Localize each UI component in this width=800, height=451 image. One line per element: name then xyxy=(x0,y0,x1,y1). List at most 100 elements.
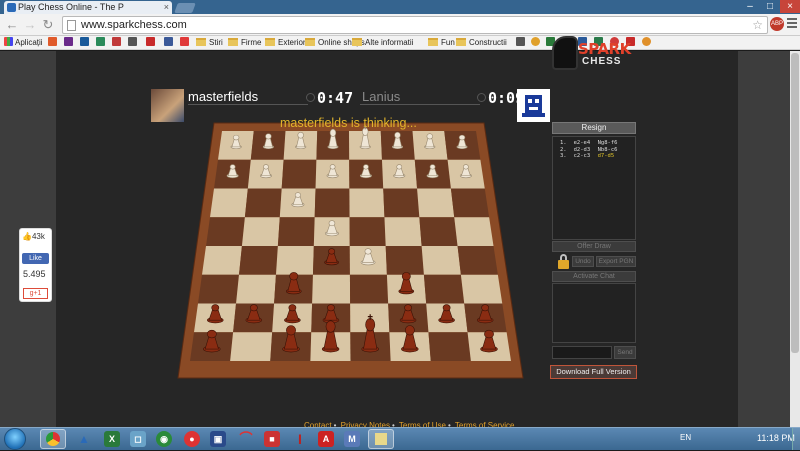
social-share-widget: 👍43k Like 5.495 g+1 xyxy=(19,228,52,302)
undo-button[interactable]: Undo xyxy=(572,256,594,267)
back-icon[interactable]: ← xyxy=(4,17,20,33)
export-pgn-button[interactable]: Export PGN xyxy=(596,256,636,267)
app-taskbar-icon[interactable]: ◉ xyxy=(156,431,172,447)
board-square xyxy=(349,188,385,218)
web-page: 👍43k Like 5.495 g+1 xyxy=(0,51,800,427)
board-square xyxy=(281,159,317,189)
site-icon xyxy=(642,37,651,46)
bookmark-firme[interactable]: Firme xyxy=(228,37,261,49)
logo-text-chess: CHESS xyxy=(582,56,622,67)
bookmark-constructii[interactable]: Constructii xyxy=(456,37,507,49)
forward-icon[interactable]: → xyxy=(22,17,38,33)
bookmark-icon-11[interactable] xyxy=(531,37,542,49)
bookmark-icon-9[interactable] xyxy=(180,37,191,49)
bookmark-icon-2[interactable] xyxy=(64,37,75,49)
bookmark-icon-18[interactable] xyxy=(642,37,653,49)
show-desktop-button[interactable] xyxy=(792,428,800,450)
folder-icon xyxy=(428,38,438,46)
chat-log xyxy=(552,283,636,343)
bookmark-star-icon[interactable]: ☆ xyxy=(752,17,763,33)
maximize-icon[interactable]: □ xyxy=(760,0,780,13)
folder-icon xyxy=(196,38,206,46)
bookmark-icon-4[interactable] xyxy=(96,37,107,49)
tab-strip: Play Chess Online - The P × – □ × xyxy=(0,0,800,14)
app-taskbar-icon[interactable]: ◻ xyxy=(130,431,146,447)
activate-chat-button[interactable]: Activate Chat xyxy=(552,271,636,282)
new-tab-button[interactable] xyxy=(174,3,196,13)
app-taskbar-icon[interactable]: ■ xyxy=(264,431,280,447)
board-square xyxy=(236,274,276,304)
bookmark-icon-7[interactable] xyxy=(146,37,157,49)
bookmark-icon-6[interactable] xyxy=(128,37,139,49)
browser-tab[interactable]: Play Chess Online - The P × xyxy=(4,1,172,14)
adblock-icon[interactable]: ABP xyxy=(770,17,784,31)
resign-button[interactable]: Resign xyxy=(552,122,636,134)
close-window-icon[interactable]: × xyxy=(780,0,800,13)
board-square xyxy=(421,246,461,275)
bookmark-exterior[interactable]: Exterior xyxy=(265,37,306,49)
board-square xyxy=(275,246,314,275)
bookmark-fun[interactable]: Fun xyxy=(428,37,455,49)
scrollbar-thumb[interactable] xyxy=(791,53,799,353)
app-taskbar-icon[interactable] xyxy=(368,429,394,449)
app-taskbar-icon[interactable]: ⌒ xyxy=(238,431,254,447)
share-count: 5.495 xyxy=(23,269,46,279)
excel-taskbar-icon[interactable]: X xyxy=(104,431,120,447)
app-taskbar-icon[interactable]: ● xyxy=(184,431,200,447)
bookmark-icon-10[interactable] xyxy=(516,37,527,49)
chrome-menu-icon[interactable] xyxy=(787,18,797,30)
windows-taskbar: ▲ X ◻ ◉ ● ▣ ⌒ ■ I A M EN 11:18 PM xyxy=(0,427,800,450)
sparkchess-favicon-icon xyxy=(7,3,16,12)
chat-input[interactable] xyxy=(552,346,612,359)
board-square xyxy=(244,188,282,218)
send-button[interactable]: Send xyxy=(614,346,636,359)
browser-toolbar: ← → ↻ www.sparkchess.com ☆ xyxy=(0,14,800,36)
offer-draw-button[interactable]: Offer Draw xyxy=(552,241,636,252)
site-icon xyxy=(516,37,525,46)
player-avatar-masterfields xyxy=(151,89,184,122)
board-square xyxy=(383,188,420,218)
bookmark-icon-3[interactable] xyxy=(80,37,91,49)
pdf-taskbar-icon[interactable]: A xyxy=(318,431,334,447)
board-square xyxy=(349,274,389,304)
bookmark-icon-8[interactable] xyxy=(164,37,175,49)
facebook-like-button[interactable]: Like xyxy=(22,253,49,264)
clock-icon xyxy=(477,93,486,102)
system-clock[interactable]: 11:18 PM xyxy=(757,433,795,443)
minimize-icon[interactable]: – xyxy=(740,0,760,13)
close-tab-icon[interactable]: × xyxy=(164,1,169,14)
app-taskbar-icon[interactable]: ▣ xyxy=(210,431,226,447)
download-full-version-button[interactable]: Download Full Version xyxy=(550,365,637,379)
apps-icon xyxy=(4,37,13,46)
address-bar[interactable]: www.sparkchess.com ☆ xyxy=(62,16,768,34)
board-square xyxy=(460,274,503,304)
move-list: 1. e2-e4 Ng8-f6 2. d2-d3 Nb8-c6 3. c2-c3 d7-d5 xyxy=(552,136,636,240)
player-avatar-lanius xyxy=(517,89,550,122)
start-button-icon[interactable] xyxy=(4,428,26,450)
bookmark-apps[interactable]: Aplicații xyxy=(4,37,43,49)
site-icon xyxy=(180,37,189,46)
thumbs-up-icon: 👍 xyxy=(22,232,32,241)
app-taskbar-icon[interactable]: ▲ xyxy=(76,431,92,447)
app-taskbar-icon[interactable]: I xyxy=(292,431,308,447)
bookmark-icon-1[interactable] xyxy=(48,37,59,49)
bookmark-alte-informatii[interactable]: Alte informatii xyxy=(352,37,413,49)
facebook-icon xyxy=(164,37,173,46)
site-icon xyxy=(112,37,121,46)
sparkchess-logo: SPARK CHESS xyxy=(552,36,638,70)
folder-icon xyxy=(352,38,362,46)
reload-icon[interactable]: ↻ xyxy=(40,17,56,33)
board-square xyxy=(206,217,245,246)
app-taskbar-icon[interactable]: M xyxy=(344,431,360,447)
page-icon xyxy=(67,20,76,31)
board-square xyxy=(277,217,315,246)
board-square xyxy=(210,188,248,218)
chrome-taskbar-icon[interactable] xyxy=(40,429,66,449)
bookmark-icon-5[interactable] xyxy=(112,37,123,49)
language-indicator[interactable]: EN xyxy=(680,433,691,442)
site-icon xyxy=(48,37,57,46)
bookmark-stiri[interactable]: Stiri xyxy=(196,37,223,49)
google-plus-button[interactable]: g+1 xyxy=(23,288,48,299)
scrollbar[interactable] xyxy=(790,51,800,427)
board-square xyxy=(230,332,273,361)
